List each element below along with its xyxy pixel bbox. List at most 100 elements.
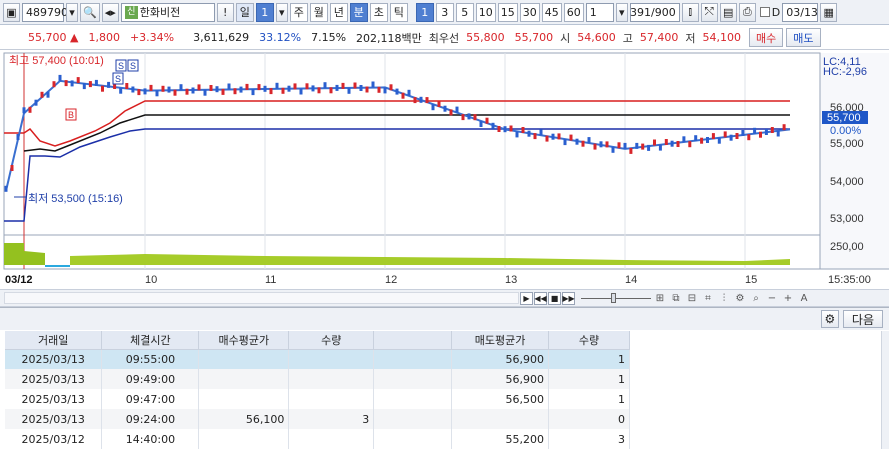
minute-10[interactable]: 10 [475,2,496,22]
price-chart-svg[interactable]: 최고 57,400 (10:01) 최저 53,500 (15:16) S S … [0,51,889,289]
count-input[interactable]: 1 [585,2,614,22]
col-buy-qty[interactable]: 수량 [288,331,375,350]
reset-zoom-icon[interactable]: A [797,292,811,305]
table-row[interactable]: 2025/03/13 09:49:00 56,900 1 [5,369,630,389]
col-buy-avg[interactable]: 매수평균가 [198,331,290,350]
scroll-right-icon[interactable]: ▶ [520,291,533,305]
col-trade-date[interactable]: 거래일 [5,331,103,350]
period-month[interactable]: 월 [309,2,328,22]
minute-15[interactable]: 15 [497,2,518,22]
stock-name-field[interactable]: 신 한화비전 [120,2,215,22]
price-candle [16,134,20,140]
cell-buy-avg: 56,100 [198,409,290,429]
minute-30[interactable]: 30 [519,2,540,22]
table-row[interactable]: 2025/03/13 09:47:00 56,500 1 [5,389,630,409]
layout-tool-icon[interactable]: ⊞ [653,292,667,305]
col-sell-qty[interactable]: 수량 [548,331,630,350]
minute-45[interactable]: 45 [541,2,562,22]
search-icon[interactable]: 🔍 [80,2,100,22]
bar-tool-icon[interactable]: ⫶ [717,292,731,305]
table-scrollbar[interactable] [881,331,889,449]
price-candle [233,88,237,95]
period-tick[interactable]: 틱 [389,2,408,22]
price-candle [711,133,715,140]
settings-tool-icon[interactable]: ⚙ [733,292,747,305]
minute-1[interactable]: 1 [415,2,434,22]
date-checkbox[interactable]: D [759,6,780,19]
change-value: 1,800 [88,31,120,44]
cell-trade-date: 2025/03/12 [5,429,103,449]
count-dropdown-icon[interactable]: ▾ [615,2,628,22]
price-candle [239,86,243,93]
price-candle [759,131,762,138]
price-candle [407,89,411,96]
gear-icon[interactable]: ⚙ [820,310,839,328]
speaker-icon[interactable]: ◂▸ [101,2,119,22]
print-icon[interactable]: ⎙ [738,2,756,22]
code-dropdown-icon[interactable]: ▾ [66,2,78,22]
draw-tool-icon[interactable]: ⌗ [701,292,715,305]
sell-marker[interactable]: S [112,72,124,85]
price-candle [76,77,80,84]
price-candle [587,137,591,144]
table-row[interactable]: 2025/03/13 09:55:00 56,900 1 [5,349,630,369]
buy-marker[interactable]: B [65,108,77,121]
period-count-field[interactable]: 1 [255,2,274,22]
stock-code-input[interactable]: 489790 [22,2,68,22]
period-second[interactable]: 초 [369,2,388,22]
sell-marker[interactable]: S [127,59,139,72]
minute-3[interactable]: 3 [435,2,454,22]
period-dropdown-icon[interactable]: ▾ [275,2,288,22]
zoom-out-icon[interactable]: − [765,292,779,305]
price-candle [4,185,8,192]
forward-icon[interactable]: ▶▶ [562,291,575,305]
stop-icon[interactable]: ■ [548,291,561,305]
zoom-slider[interactable] [581,292,651,304]
table-row[interactable]: 2025/03/13 09:24:00 56,100 3 0 [5,409,630,429]
price-candle [545,135,549,142]
price-candle [461,114,465,121]
x-tick-label: 11 [265,274,276,286]
buy-button[interactable]: 매수 [749,28,784,47]
price-candle [623,142,627,149]
price-chart[interactable]: 최고 57,400 (10:01) 최저 53,500 (15:16) S S … [0,51,889,289]
col-blank[interactable] [373,331,453,350]
period-minute[interactable]: 분 [349,2,368,22]
price-candle [557,133,561,140]
cell-buy-avg [198,349,290,369]
minute-60[interactable]: 60 [563,2,584,22]
zoom-in-icon[interactable]: + [781,292,795,305]
magnify-icon[interactable]: ⌕ [749,292,763,305]
date-input[interactable]: 03/13 [782,2,819,22]
price-candle [107,81,111,88]
price-candle [70,80,74,87]
sell-marker-text: S [118,61,124,71]
indicator-icon[interactable]: ⤲ [700,2,718,22]
chart-scroll-track[interactable] [4,292,519,304]
checkbox-icon[interactable] [759,7,770,17]
next-button[interactable]: 다음 [842,310,883,328]
volume-bar [45,265,70,267]
period-year[interactable]: 년 [329,2,348,22]
period-week[interactable]: 주 [289,2,308,22]
col-exec-time[interactable]: 체결시간 [101,331,200,350]
overlay-tool-icon[interactable]: ⧉ [669,292,683,305]
calendar-icon[interactable]: ▦ [820,2,838,22]
col-sell-avg[interactable]: 매도평균가 [451,331,550,350]
compare-tool-icon[interactable]: ⊟ [685,292,699,305]
layout-icon[interactable]: ▣ [3,2,20,22]
minute-5[interactable]: 5 [455,2,474,22]
alert-button[interactable]: ! [216,2,234,22]
stock-name: 한화비전 [139,6,181,19]
sell-marker[interactable]: S [115,59,127,72]
sell-button[interactable]: 매도 [786,28,821,47]
rewind-icon[interactable]: ◀◀ [534,291,547,305]
price-axis-panel [820,53,889,269]
table-row[interactable]: 2025/03/12 14:40:00 55,200 3 [5,429,630,449]
sell-marker-text: S [130,61,136,71]
cell-exec-time: 09:24:00 [101,409,200,429]
period-unit-button[interactable]: 일 [235,2,254,22]
save-icon[interactable]: ▤ [719,2,737,22]
candle-type-icon[interactable]: ⫾ [681,2,699,22]
price-candle [723,131,727,138]
